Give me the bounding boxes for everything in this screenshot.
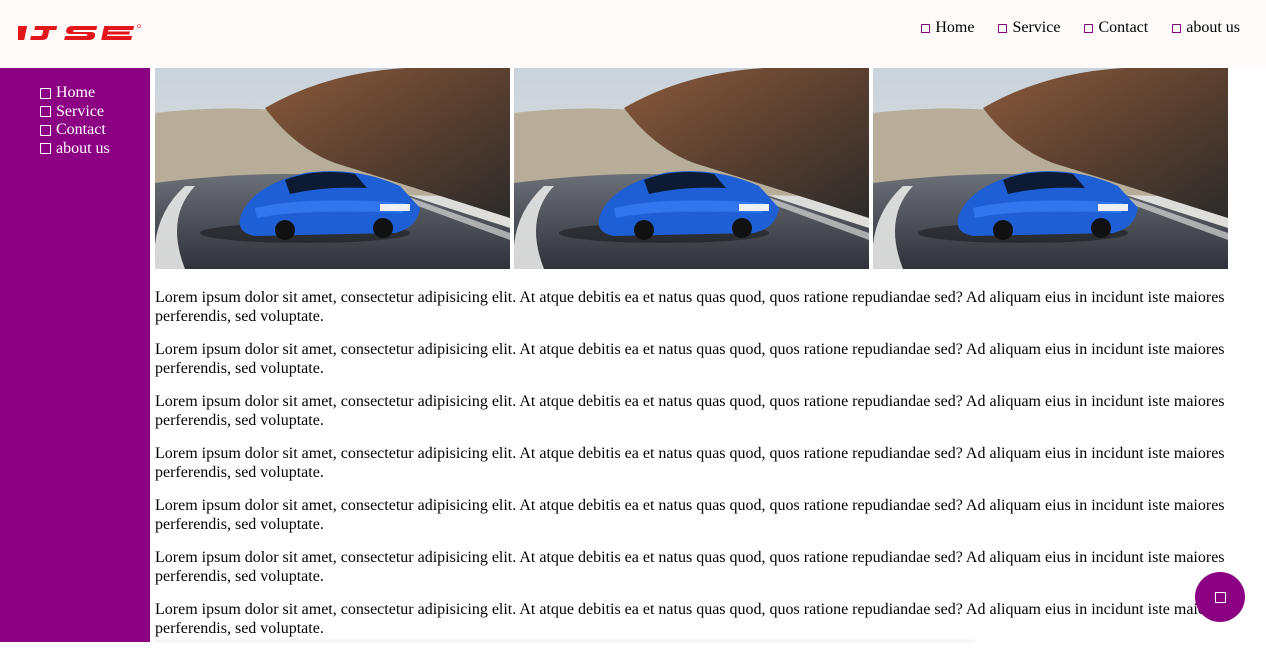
sidebar: Home Service Contact about us [0,68,150,642]
side-nav: Home Service Contact about us [40,84,110,158]
scroll-shadow [155,638,975,642]
top-nav-label: Contact [1098,19,1149,36]
paragraph: Lorem ipsum dolor sit amet, consectetur … [155,497,1225,533]
paragraph: Lorem ipsum dolor sit amet, consectetur … [155,289,1225,325]
car-photo [873,68,1228,269]
top-header: Home Service Contact about us [0,0,1266,68]
top-nav-item-service[interactable]: Service [998,18,1060,38]
top-nav: Home Service Contact about us [921,18,1240,38]
top-nav-label: Service [1012,19,1061,36]
image-gallery [155,68,1228,269]
paragraph: Lorem ipsum dolor sit amet, consectetur … [155,601,1225,637]
square-icon [40,87,51,99]
square-icon [40,124,51,136]
paragraph: Lorem ipsum dolor sit amet, consectetur … [155,445,1225,481]
ijse-logo[interactable] [18,22,142,44]
floating-action-button[interactable] [1195,572,1245,622]
main-content: Lorem ipsum dolor sit amet, consectetur … [155,289,1235,653]
paragraph: Lorem ipsum dolor sit amet, consectetur … [155,549,1225,585]
square-icon [921,23,931,33]
sidebar-item-label: Home [56,84,96,101]
top-nav-label: about us [1186,19,1240,36]
top-nav-label: Home [935,19,975,36]
sidebar-item-home[interactable]: Home [40,84,110,103]
car-photo [514,68,869,269]
car-photo [155,68,510,269]
sidebar-item-label: Service [56,102,104,120]
sidebar-item-service[interactable]: Service [40,103,110,122]
sidebar-item-about-us[interactable]: about us [40,140,110,159]
sidebar-item-label: about us [56,139,110,157]
paragraph: Lorem ipsum dolor sit amet, consectetur … [155,393,1225,429]
top-nav-item-home[interactable]: Home [921,18,974,38]
square-icon [40,106,51,118]
square-icon [40,143,51,155]
square-icon [998,23,1008,33]
square-icon [1214,591,1226,603]
paragraph: Lorem ipsum dolor sit amet, consectetur … [155,341,1225,377]
top-nav-item-contact[interactable]: Contact [1084,18,1148,38]
top-nav-item-about-us[interactable]: about us [1172,18,1240,38]
square-icon [1084,23,1094,33]
sidebar-item-contact[interactable]: Contact [40,121,110,140]
square-icon [1172,23,1182,33]
sidebar-item-label: Contact [56,121,106,138]
